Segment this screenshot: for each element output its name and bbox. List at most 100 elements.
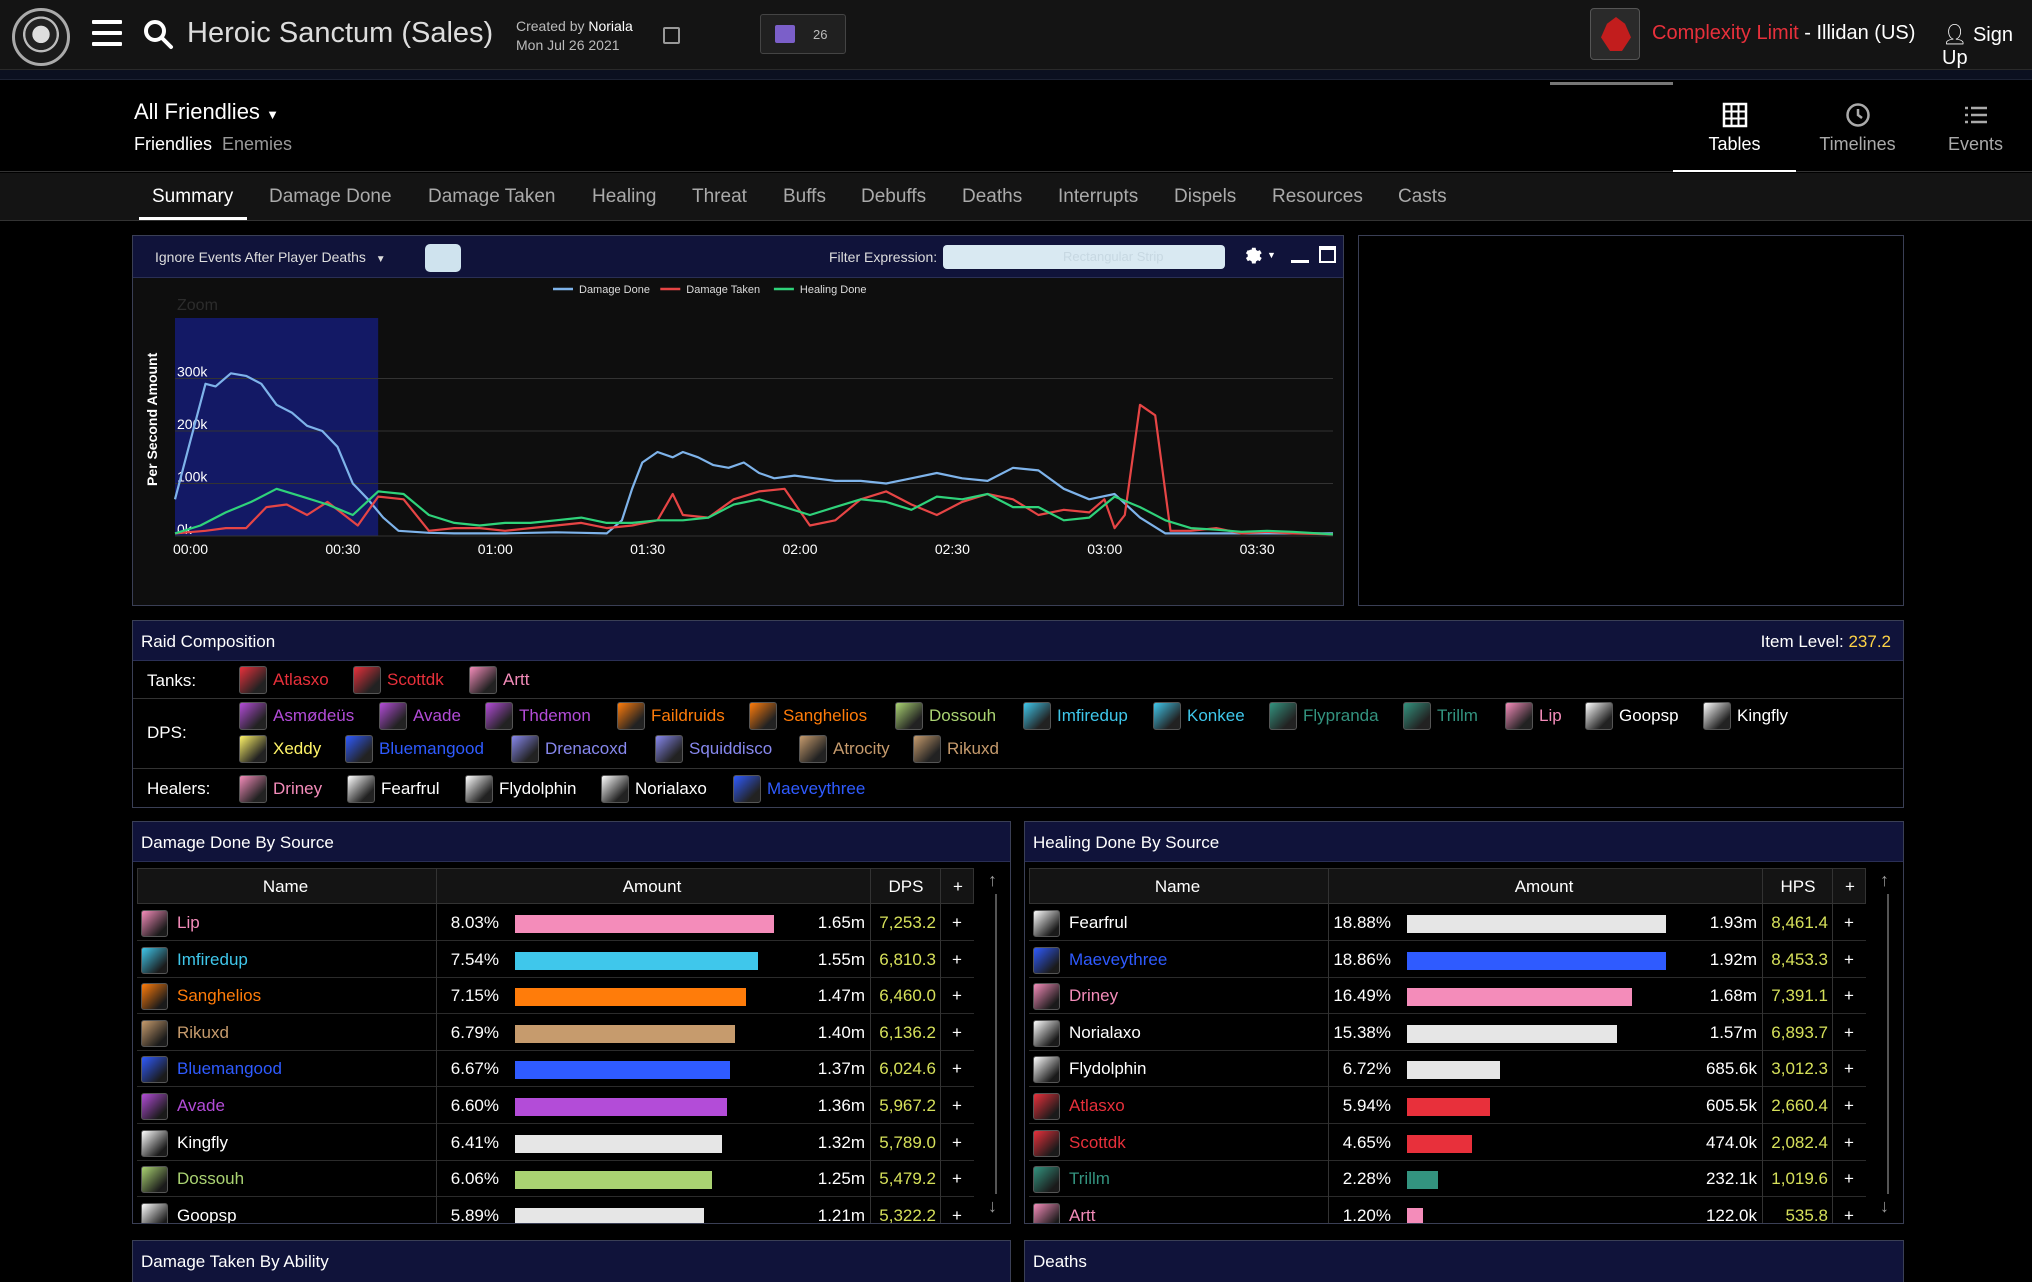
- tab-threat[interactable]: Threat: [692, 186, 747, 208]
- damage-table-row[interactable]: Lip 8.03% 1.65m 7,253.2 +: [137, 905, 974, 941]
- row-name[interactable]: Goopsp: [177, 1206, 237, 1223]
- dps-player[interactable]: Rikuxd: [913, 735, 999, 763]
- player-name[interactable]: Bluemangood: [379, 739, 484, 758]
- scroll-down-icon[interactable]: ↓: [988, 1196, 997, 1217]
- player-name[interactable]: Flydolphin: [499, 779, 577, 798]
- row-name[interactable]: Avade: [177, 1096, 225, 1116]
- menu-icon[interactable]: [92, 20, 122, 48]
- expand-row-button[interactable]: +: [1833, 1059, 1865, 1079]
- legend-item-damage-done[interactable]: Damage Done: [579, 284, 650, 296]
- tank-player[interactable]: Atlasxo: [239, 666, 329, 694]
- dps-player[interactable]: Dossouh: [895, 702, 996, 730]
- dps-player[interactable]: Squiddisco: [655, 735, 772, 763]
- row-name[interactable]: Sanghelios: [177, 986, 261, 1006]
- expand-row-button[interactable]: +: [1833, 1169, 1865, 1189]
- tab-events[interactable]: Events: [1919, 84, 2032, 172]
- friendly-filter-dropdown[interactable]: All Friendlies ▼: [134, 99, 279, 125]
- tab-dispels[interactable]: Dispels: [1174, 186, 1236, 208]
- player-name[interactable]: Xeddy: [273, 739, 321, 758]
- expand-row-button[interactable]: +: [941, 913, 973, 933]
- row-name[interactable]: Imfiredup: [177, 950, 248, 970]
- row-name[interactable]: Norialaxo: [1069, 1023, 1141, 1043]
- tab-summary[interactable]: Summary: [152, 186, 233, 208]
- player-name[interactable]: Dossouh: [929, 706, 996, 725]
- dps-player[interactable]: Imfiredup: [1023, 702, 1128, 730]
- dps-player[interactable]: Atrocity: [799, 735, 890, 763]
- healer-player[interactable]: Driney: [239, 775, 322, 803]
- expand-row-button[interactable]: +: [941, 1206, 973, 1223]
- player-name[interactable]: Rikuxd: [947, 739, 999, 758]
- player-name[interactable]: Asmødeüs: [273, 706, 354, 725]
- col-add[interactable]: +: [942, 877, 974, 897]
- col-name[interactable]: Name: [1030, 877, 1325, 897]
- expand-row-button[interactable]: +: [941, 1059, 973, 1079]
- expand-row-button[interactable]: +: [1833, 986, 1865, 1006]
- damage-table-row[interactable]: Imfiredup 7.54% 1.55m 6,810.3 +: [137, 942, 974, 978]
- player-name[interactable]: Driney: [273, 779, 322, 798]
- expand-row-button[interactable]: +: [1833, 913, 1865, 933]
- healing-table-row[interactable]: Norialaxo 15.38% 1.57m 6,893.7 +: [1029, 1015, 1866, 1051]
- dps-player[interactable]: Drenacoxd: [511, 735, 627, 763]
- scroll-up-icon[interactable]: ↑: [988, 870, 997, 891]
- tab-buffs[interactable]: Buffs: [783, 186, 826, 208]
- tab-interrupts[interactable]: Interrupts: [1058, 186, 1138, 208]
- tank-player[interactable]: Scottdk: [353, 666, 444, 694]
- enemies-link[interactable]: Enemies: [222, 134, 292, 155]
- minimize-icon[interactable]: [1291, 260, 1309, 263]
- player-name[interactable]: Faildruids: [651, 706, 725, 725]
- dps-player[interactable]: Flypranda: [1269, 702, 1379, 730]
- gear-caret-icon[interactable]: ▼: [1267, 250, 1276, 260]
- damage-table-row[interactable]: Avade 6.60% 1.36m 5,967.2 +: [137, 1088, 974, 1124]
- overview-chart[interactable]: 0k100k200k300k00:00 00:30 01:00 01:30 02:00 0…: [133, 278, 1343, 605]
- row-name[interactable]: Rikuxd: [177, 1023, 229, 1043]
- dps-player[interactable]: Faildruids: [617, 702, 725, 730]
- tab-debuffs[interactable]: Debuffs: [861, 186, 926, 208]
- legend-item-damage-taken[interactable]: Damage Taken: [686, 284, 760, 296]
- col-dps[interactable]: DPS: [871, 877, 941, 897]
- col-name[interactable]: Name: [138, 877, 433, 897]
- scroll-track[interactable]: [995, 894, 997, 1194]
- row-name[interactable]: Dossouh: [177, 1169, 244, 1189]
- expand-row-button[interactable]: +: [1833, 950, 1865, 970]
- row-name[interactable]: Maeveythree: [1069, 950, 1167, 970]
- player-name[interactable]: Imfiredup: [1057, 706, 1128, 725]
- tab-resources[interactable]: Resources: [1272, 186, 1363, 208]
- gear-icon[interactable]: [1243, 245, 1265, 267]
- player-name[interactable]: Goopsp: [1619, 706, 1679, 725]
- tab-tables[interactable]: Tables: [1673, 84, 1796, 172]
- expand-row-button[interactable]: +: [1833, 1206, 1865, 1223]
- dps-player[interactable]: Avade: [379, 702, 461, 730]
- healing-table-scrollbar[interactable]: ↑ ↓: [1876, 870, 1900, 1220]
- healing-table-row[interactable]: Atlasxo 5.94% 605.5k 2,660.4 +: [1029, 1088, 1866, 1124]
- player-name[interactable]: Maeveythree: [767, 779, 865, 798]
- damage-table-row[interactable]: Kingfly 6.41% 1.32m 5,789.0 +: [137, 1125, 974, 1161]
- damage-table-row[interactable]: Goopsp 5.89% 1.21m 5,322.2 +: [137, 1198, 974, 1223]
- col-amount[interactable]: Amount: [434, 877, 870, 897]
- damage-table-row[interactable]: Sanghelios 7.15% 1.47m 6,460.0 +: [137, 978, 974, 1015]
- dps-player[interactable]: Asmødeüs: [239, 702, 354, 730]
- row-name[interactable]: Artt: [1069, 1206, 1095, 1223]
- site-logo-icon[interactable]: [12, 8, 70, 66]
- expand-row-button[interactable]: +: [1833, 1023, 1865, 1043]
- expand-row-button[interactable]: +: [1833, 1133, 1865, 1153]
- player-name[interactable]: Drenacoxd: [545, 739, 627, 758]
- col-hps[interactable]: HPS: [1763, 877, 1833, 897]
- legend-item-healing-done[interactable]: Healing Done: [800, 284, 867, 296]
- damage-table-row[interactable]: Bluemangood 6.67% 1.37m 6,024.6 +: [137, 1051, 974, 1088]
- player-name[interactable]: Atrocity: [833, 739, 890, 758]
- col-amount[interactable]: Amount: [1326, 877, 1762, 897]
- healing-table-row[interactable]: Scottdk 4.65% 474.0k 2,082.4 +: [1029, 1125, 1866, 1161]
- healing-table-row[interactable]: Trillm 2.28% 232.1k 1,019.6 +: [1029, 1161, 1866, 1198]
- dps-player[interactable]: Trillm: [1403, 702, 1478, 730]
- row-name[interactable]: Flydolphin: [1069, 1059, 1147, 1079]
- search-icon[interactable]: [142, 18, 174, 50]
- player-name[interactable]: Trillm: [1437, 706, 1478, 725]
- row-name[interactable]: Atlasxo: [1069, 1096, 1125, 1116]
- healer-player[interactable]: Norialaxo: [601, 775, 707, 803]
- player-name[interactable]: Artt: [503, 670, 529, 689]
- expand-row-button[interactable]: +: [941, 986, 973, 1006]
- expand-row-button[interactable]: +: [941, 1096, 973, 1116]
- player-name[interactable]: Kingfly: [1737, 706, 1788, 725]
- healing-table-row[interactable]: Driney 16.49% 1.68m 7,391.1 +: [1029, 978, 1866, 1015]
- dps-player[interactable]: Sanghelios: [749, 702, 867, 730]
